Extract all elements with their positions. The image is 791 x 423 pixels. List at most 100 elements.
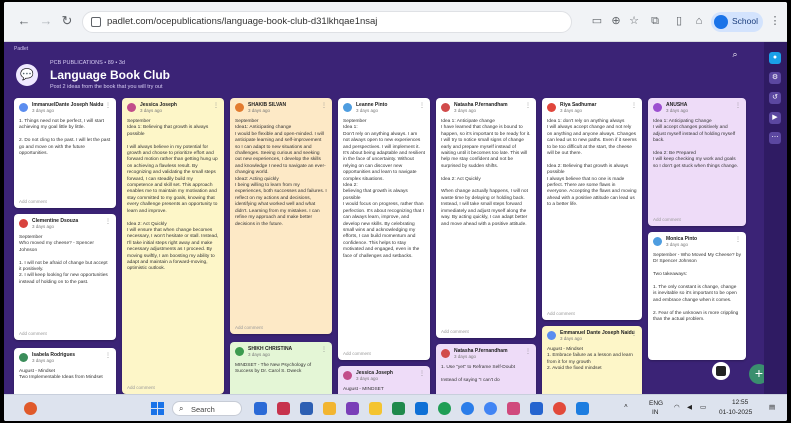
back-icon[interactable]: ←	[16, 13, 32, 29]
post-menu-icon[interactable]: ⋮	[321, 102, 327, 109]
app-icon[interactable]	[553, 402, 566, 415]
post-card[interactable]: Jessica Joseph 3 days ago ⋮ September Id…	[122, 98, 224, 394]
post-menu-icon[interactable]: ⋮	[321, 346, 327, 353]
address-bar[interactable]: padlet.com/ocepublications/language-book…	[82, 11, 572, 33]
settings-icon[interactable]: ⚙	[769, 72, 781, 84]
language-region: IN	[652, 409, 659, 416]
post-menu-icon[interactable]: ⋮	[631, 330, 637, 337]
clock-date[interactable]: 01-10-2025	[719, 409, 752, 416]
wifi-icon[interactable]: ◠	[674, 403, 680, 411]
add-comment[interactable]: Add comment	[343, 351, 371, 356]
taskbar-search[interactable]: ⌕ Search	[172, 401, 242, 416]
whatsapp-icon[interactable]	[438, 402, 451, 415]
post-card[interactable]: Emmanuel Dante Joseph Naidu 3 days ago ⋮…	[542, 326, 642, 394]
post-card[interactable]: Leanne Pinto 3 days ago ⋮ September Idea…	[338, 98, 430, 360]
app-icon[interactable]	[254, 402, 267, 415]
slideshow-icon[interactable]: ▶	[769, 112, 781, 124]
post-time: 3 days ago	[248, 108, 271, 113]
file-explorer-icon[interactable]	[369, 402, 382, 415]
app-icon[interactable]	[415, 402, 428, 415]
app-icon[interactable]	[530, 402, 543, 415]
chat-button[interactable]	[712, 362, 730, 380]
bookmark-star-icon[interactable]: ☆	[627, 14, 641, 28]
post-card[interactable]: Jessica Joseph 3 days ago ⋮ August - MIN…	[338, 366, 430, 394]
extensions-icon[interactable]: ⧉	[648, 14, 662, 28]
post-menu-icon[interactable]: ⋮	[631, 102, 637, 109]
account-icon[interactable]: ⌂	[692, 14, 706, 28]
reload-icon[interactable]: ↻	[59, 13, 75, 29]
app-icon[interactable]	[277, 402, 290, 415]
menu-icon[interactable]: ⋮	[768, 14, 782, 28]
tray-chevron-icon[interactable]: ˄	[624, 403, 628, 410]
downloads-icon[interactable]: ▯	[672, 14, 686, 28]
post-card[interactable]: SHAKIB SILVAN 3 days ago ⋮ September Ide…	[230, 98, 332, 334]
post-menu-icon[interactable]: ⋮	[105, 102, 111, 109]
board-title: Language Book Club	[50, 68, 170, 82]
add-comment[interactable]: Add comment	[547, 311, 575, 316]
add-comment[interactable]: Add comment	[235, 325, 263, 330]
search-icon[interactable]: ⌕	[726, 49, 744, 61]
add-comment[interactable]: Add comment	[19, 199, 47, 204]
post-menu-icon[interactable]: ⋮	[213, 102, 219, 109]
post-card[interactable]: SHIKH CHRISTINA 3 days ago ⋮ MINDSET - T…	[230, 342, 332, 394]
app-icon[interactable]	[507, 402, 520, 415]
more-icon[interactable]: ⋯	[769, 132, 781, 144]
post-menu-icon[interactable]: ⋮	[735, 102, 741, 109]
post-menu-icon[interactable]: ⋮	[525, 348, 531, 355]
post-card[interactable]: Isabela Rodrigues 3 days ago ⋮ August - …	[14, 348, 116, 394]
post-menu-icon[interactable]: ⋮	[525, 102, 531, 109]
remake-icon[interactable]: ↺	[769, 92, 781, 104]
post-menu-icon[interactable]: ⋮	[105, 218, 111, 225]
add-comment[interactable]: Add comment	[127, 385, 155, 390]
profile-button[interactable]: School	[711, 12, 763, 32]
app-icon[interactable]	[346, 402, 359, 415]
site-info-icon[interactable]	[91, 17, 101, 27]
post-time: 3 days ago	[32, 224, 55, 229]
add-comment[interactable]: Add comment	[19, 331, 47, 336]
avatar	[19, 219, 28, 228]
language-indicator[interactable]: ENG	[649, 400, 663, 407]
app-icon[interactable]	[323, 402, 336, 415]
board-author: PCB PUBLICATIONS • 89 • 3d	[50, 60, 125, 66]
taskbar: ⌕ Search ˄ ENG IN ◠ ◀ ▭ 12:55 01-10-2025…	[4, 394, 787, 421]
volume-icon[interactable]: ◀	[687, 403, 692, 411]
post-body: 1. Things need not be perfect, I will st…	[19, 119, 111, 157]
app-icon[interactable]	[392, 402, 405, 415]
app-icon[interactable]	[576, 402, 589, 415]
forward-icon[interactable]: →	[38, 13, 54, 29]
battery-icon[interactable]: ▭	[700, 403, 706, 411]
app-icon[interactable]	[300, 402, 313, 415]
avatar	[441, 349, 450, 358]
post-time: 3 days ago	[560, 336, 583, 341]
share-icon[interactable]: ●	[769, 52, 781, 64]
zoom-icon[interactable]: ⊕	[609, 14, 623, 28]
post-menu-icon[interactable]: ⋮	[419, 370, 425, 377]
chrome-icon[interactable]	[484, 402, 497, 415]
add-comment[interactable]: Add comment	[653, 217, 681, 222]
post-card[interactable]: Riya Sadhumar 3 days ago ⋮ Idea 1: don't…	[542, 98, 642, 320]
start-button[interactable]	[151, 402, 164, 415]
windows-icon	[151, 402, 157, 408]
post-body: August - MINDSET	[343, 387, 384, 392]
padlet-brand[interactable]: Padlet	[14, 46, 28, 52]
post-card[interactable]: Monica Pinto 3 days ago ⋮ September - Wh…	[648, 232, 746, 360]
board-logo-icon: 💬	[16, 64, 38, 86]
post-menu-icon[interactable]: ⋮	[735, 236, 741, 243]
cast-icon[interactable]: ▭	[590, 14, 604, 28]
clock-time[interactable]: 12:55	[732, 399, 748, 406]
post-body: September Idea 1: Believing that growth …	[127, 119, 219, 272]
app-icon[interactable]	[461, 402, 474, 415]
post-card[interactable]: Natasha P.fernandham 3 days ago ⋮ 1. Use…	[436, 344, 536, 394]
post-card[interactable]: ImmanuelDante Joseph Naidu 3 days ago ⋮ …	[14, 98, 116, 208]
post-menu-icon[interactable]: ⋮	[419, 102, 425, 109]
post-time: 3 days ago	[560, 108, 583, 113]
add-comment[interactable]: Add comment	[441, 329, 469, 334]
post-card[interactable]: Clementine Dsouza 3 days ago ⋮ September…	[14, 214, 116, 340]
notification-icon[interactable]: ▤	[769, 403, 775, 411]
post-card[interactable]: Natasha P.fernandham 3 days ago ⋮ Idea 1…	[436, 98, 536, 338]
weather-icon[interactable]	[24, 402, 37, 415]
post-menu-icon[interactable]: ⋮	[105, 352, 111, 359]
post-card[interactable]: ANUSHA 3 days ago ⋮ Idea 1: Anticipating…	[648, 98, 746, 226]
padlet-board: Padlet 💬 PCB PUBLICATIONS • 89 • 3d Lang…	[4, 42, 787, 394]
post-time: 3 days ago	[32, 358, 55, 363]
